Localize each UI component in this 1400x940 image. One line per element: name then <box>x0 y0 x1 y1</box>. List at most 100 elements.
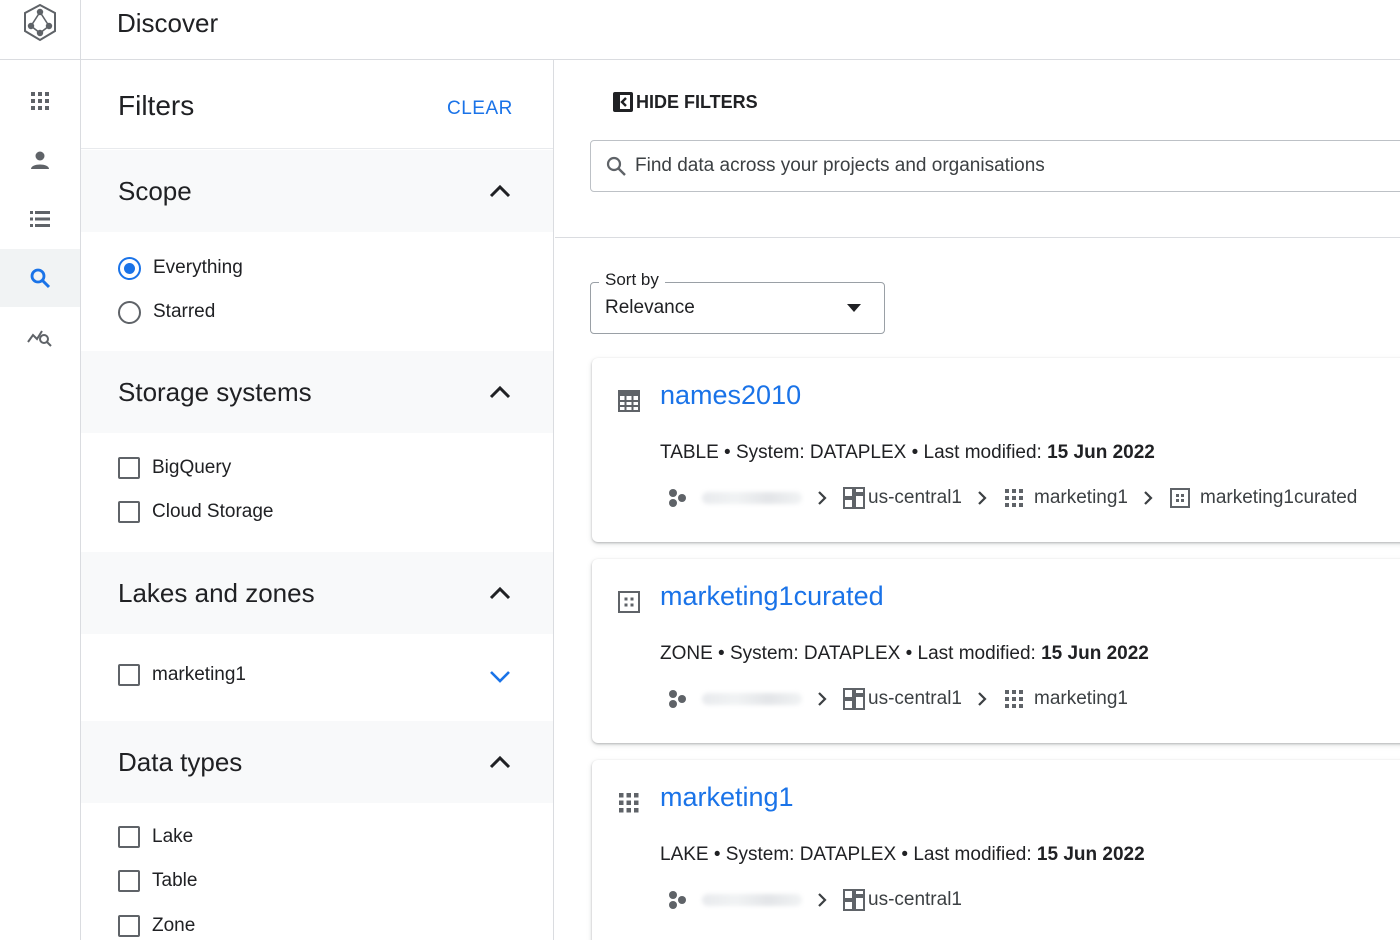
crumb-label: us-central1 <box>868 688 962 709</box>
checkbox[interactable] <box>118 915 140 937</box>
crumb-project[interactable] <box>666 688 802 710</box>
crumb-project[interactable] <box>666 889 802 911</box>
result-card[interactable]: marketing1 LAKE • System: DATAPLEX • Las… <box>592 760 1400 940</box>
filters-panel: Filters CLEAR Scope Everything Starred S… <box>81 60 554 940</box>
search-input[interactable] <box>635 155 1335 177</box>
chevron-up-icon[interactable] <box>486 749 514 777</box>
rail-item-insights[interactable] <box>0 308 80 366</box>
storage-section-header[interactable]: Storage systems <box>81 351 553 433</box>
chevron-up-icon[interactable] <box>486 379 514 407</box>
checkbox[interactable] <box>118 826 140 848</box>
query-insights-icon <box>27 330 52 347</box>
chevron-right-icon <box>818 893 827 907</box>
sort-by-value: Relevance <box>605 297 695 318</box>
hide-filters-label: HIDE FILTERS <box>636 91 758 112</box>
crumb-location[interactable]: us-central1 <box>842 486 962 510</box>
storage-option-bigquery[interactable]: BigQuery <box>118 454 231 482</box>
result-meta: LAKE • System: DATAPLEX • Last modified:… <box>660 844 1145 866</box>
chevron-down-icon[interactable] <box>486 662 514 690</box>
crumb-lake[interactable]: marketing1 <box>1002 486 1128 510</box>
option-label: Starred <box>153 301 216 322</box>
lakes-section-header[interactable]: Lakes and zones <box>81 552 553 634</box>
data-types-section-header[interactable]: Data types <box>81 721 553 803</box>
section-title: Storage systems <box>118 377 312 407</box>
zone-icon <box>618 591 640 613</box>
sort-by-select[interactable]: Sort by Relevance <box>590 270 885 334</box>
location-icon <box>843 487 865 509</box>
crumb-location[interactable]: us-central1 <box>842 687 962 711</box>
scope-option-starred[interactable]: Starred <box>118 298 215 326</box>
radio-button[interactable] <box>118 256 141 280</box>
crumb-label: marketing1curated <box>1200 487 1358 508</box>
zone-icon <box>1170 488 1190 508</box>
option-label: Cloud Storage <box>152 501 274 522</box>
search-toolbar: HIDE FILTERS <box>555 60 1400 238</box>
result-breadcrumb: us-central1 <box>666 886 962 914</box>
crumb-label: marketing1 <box>1034 487 1128 508</box>
data-type-option-table[interactable]: Table <box>118 867 197 895</box>
apps-grid-icon <box>31 92 49 110</box>
checkbox[interactable] <box>118 457 140 479</box>
crumb-location[interactable]: us-central1 <box>842 888 962 912</box>
filters-header: Filters CLEAR <box>81 60 553 149</box>
section-title: Data types <box>118 747 243 777</box>
storage-option-cloud-storage[interactable]: Cloud Storage <box>118 498 273 526</box>
section-title: Scope <box>118 176 192 206</box>
result-date: 15 Jun 2022 <box>1047 442 1155 463</box>
result-meta: ZONE • System: DATAPLEX • Last modified:… <box>660 643 1149 665</box>
crumb-zone[interactable]: marketing1curated <box>1168 486 1357 510</box>
project-icon <box>669 891 686 909</box>
chevron-up-icon[interactable] <box>486 178 514 206</box>
search-icon <box>30 268 51 289</box>
checkbox[interactable] <box>118 870 140 892</box>
chevron-up-icon[interactable] <box>486 580 514 608</box>
result-system: • System: DATAPLEX • Last modified: <box>718 442 1048 463</box>
result-breadcrumb: us-central1 marketing1 <box>666 685 1128 713</box>
result-breadcrumb: us-central1 marketing1 marketing1curated <box>666 484 1357 512</box>
scope-section-header[interactable]: Scope <box>81 150 553 232</box>
radio-button[interactable] <box>118 300 141 324</box>
results-main: HIDE FILTERS Sort by Relevance names2010… <box>555 60 1400 940</box>
crumb-lake[interactable]: marketing1 <box>1002 687 1128 711</box>
result-title-link[interactable]: names2010 <box>660 380 801 411</box>
result-type: LAKE <box>660 844 709 865</box>
project-icon <box>669 690 686 708</box>
clear-filters-button[interactable]: CLEAR <box>447 98 513 120</box>
option-label: Table <box>152 870 198 891</box>
chevron-right-icon <box>818 692 827 706</box>
option-label: Lake <box>152 826 194 847</box>
search-icon <box>606 156 626 176</box>
hide-filters-button[interactable]: HIDE FILTERS <box>611 90 758 114</box>
crumb-label: us-central1 <box>868 487 962 508</box>
rail-item-profile[interactable] <box>0 131 80 189</box>
lake-icon <box>1005 690 1023 708</box>
redacted-project-name <box>702 492 802 504</box>
lakes-option-marketing1[interactable]: marketing1 <box>118 661 246 689</box>
scope-option-everything[interactable]: Everything <box>118 254 243 282</box>
rail-item-list[interactable] <box>0 190 80 248</box>
result-type: TABLE <box>660 442 719 463</box>
result-type: ZONE <box>660 643 713 664</box>
dataplex-logo-icon[interactable] <box>0 0 80 60</box>
data-type-option-zone[interactable]: Zone <box>118 912 195 940</box>
collapse-panel-icon <box>613 92 633 112</box>
option-label: BigQuery <box>152 457 232 478</box>
search-box[interactable] <box>590 140 1400 192</box>
project-icon <box>669 489 686 507</box>
location-icon <box>843 688 865 710</box>
sort-by-label: Sort by <box>599 270 665 290</box>
crumb-project[interactable] <box>666 487 802 509</box>
result-card[interactable]: marketing1curated ZONE • System: DATAPLE… <box>592 559 1400 743</box>
header-divider <box>80 0 81 60</box>
result-card[interactable]: names2010 TABLE • System: DATAPLEX • Las… <box>592 358 1400 542</box>
rail-item-apps[interactable] <box>0 72 80 130</box>
result-title-link[interactable]: marketing1curated <box>660 581 884 612</box>
checkbox[interactable] <box>118 501 140 523</box>
result-system: • System: DATAPLEX • Last modified: <box>708 844 1037 865</box>
rail-item-search[interactable] <box>0 249 80 307</box>
data-type-option-lake[interactable]: Lake <box>118 823 193 851</box>
lake-icon <box>619 793 639 813</box>
checkbox[interactable] <box>118 664 140 686</box>
result-title-link[interactable]: marketing1 <box>660 782 794 813</box>
chevron-right-icon <box>978 491 987 505</box>
